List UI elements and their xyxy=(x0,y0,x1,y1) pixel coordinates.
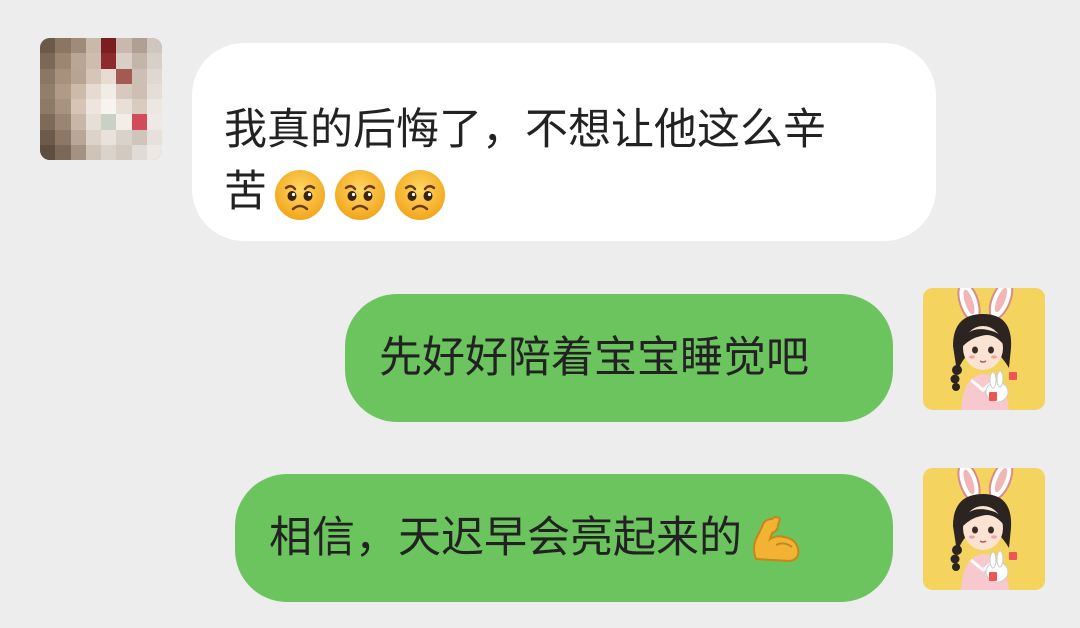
outgoing-message-bubble[interactable]: 先好好陪着宝宝睡觉吧 xyxy=(345,294,893,422)
pleading-face-icon xyxy=(275,169,325,220)
message-text-line-2: 苦 xyxy=(224,161,896,223)
incoming-message-bubble[interactable]: 我真的后悔了，不想让他这么辛 苦 xyxy=(192,43,936,241)
bunny-girl-avatar-icon xyxy=(923,468,1045,590)
contact-avatar[interactable] xyxy=(40,38,162,160)
pleading-face-icon xyxy=(395,169,445,220)
pleading-face-icon xyxy=(335,169,385,220)
self-avatar[interactable] xyxy=(923,468,1045,590)
message-text: 先好好陪着宝宝睡觉吧 xyxy=(379,333,809,383)
emoji-group xyxy=(273,168,447,222)
flexed-biceps-icon xyxy=(753,516,800,563)
message-text-line-2-text: 苦 xyxy=(224,167,267,217)
outgoing-message-bubble[interactable]: 相信，天迟早会亮起来的 xyxy=(235,474,893,602)
message-text-line-1: 我真的后悔了，不想让他这么辛 xyxy=(224,105,826,155)
bunny-girl-avatar-icon xyxy=(923,288,1045,410)
self-avatar[interactable] xyxy=(923,288,1045,410)
mosaic-photo xyxy=(40,38,162,160)
message-text: 相信，天迟早会亮起来的 xyxy=(269,513,742,563)
